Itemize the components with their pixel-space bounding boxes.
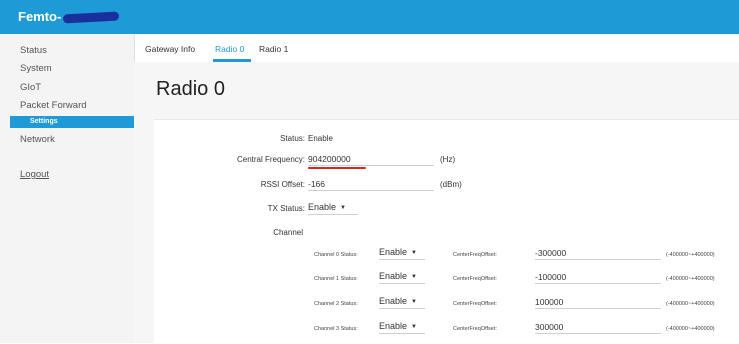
tx-status-label: TX Status: <box>267 204 305 213</box>
sidebar-item-label: Settings <box>30 118 58 125</box>
status-value: Enable <box>308 134 333 143</box>
frequency-unit: (Hz) <box>440 155 456 164</box>
center-freq-offset-label: CenterFreqOffset: <box>453 276 497 282</box>
central-frequency-input[interactable] <box>308 153 434 166</box>
center-freq-offset-label: CenterFreqOffset: <box>453 252 497 258</box>
channel-1-offset-input[interactable] <box>535 271 661 284</box>
channel-2-status-select[interactable]: Enable ▼ <box>379 296 425 309</box>
rssi-offset-input[interactable] <box>308 178 434 191</box>
sidebar-item-logout[interactable]: Logout <box>20 169 49 180</box>
channel-status-value: Enable <box>379 321 408 331</box>
offset-range: (-400000~+400000) <box>666 301 715 307</box>
radio-settings-card: Status: Enable Central Frequency: (Hz) R… <box>154 119 739 344</box>
sidebar-item-status[interactable]: Status <box>20 45 47 56</box>
channel-3-status-select[interactable]: Enable ▼ <box>379 321 425 334</box>
sidebar-item-giot[interactable]: GIoT <box>20 82 41 93</box>
offset-range: (-400000~+400000) <box>666 276 715 282</box>
channel-3-offset-input[interactable] <box>535 321 661 334</box>
tab-radio-1[interactable]: Radio 1 <box>259 44 288 54</box>
channel-2-offset-input[interactable] <box>535 296 661 309</box>
channel-status-label: Channel 3 Status: <box>314 326 358 332</box>
sidebar-item-settings[interactable]: Settings <box>10 116 134 128</box>
offset-range: (-400000~+400000) <box>666 326 715 332</box>
channel-status-label: Channel 2 Status: <box>314 301 358 307</box>
sidebar-item-packet-forward[interactable]: Packet Forward <box>20 100 87 111</box>
main-content: Radio 0 Status: Enable Central Frequency… <box>134 62 739 344</box>
chevron-down-icon: ▼ <box>411 250 417 256</box>
channel-status-label: Channel 0 Status: <box>314 252 358 258</box>
center-freq-offset-label: CenterFreqOffset: <box>453 301 497 307</box>
channel-0-status-select[interactable]: Enable ▼ <box>379 247 425 260</box>
channel-status-value: Enable <box>379 271 408 281</box>
tx-status-value: Enable <box>308 202 337 212</box>
brand-title: Femto- <box>18 9 120 24</box>
status-label: Status: <box>280 134 305 143</box>
chevron-down-icon: ▼ <box>411 274 417 280</box>
tab-radio-0[interactable]: Radio 0 <box>215 44 244 54</box>
channel-status-label: Channel 1 Status: <box>314 276 358 282</box>
redaction-mark <box>63 11 120 24</box>
rssi-offset-label: RSSI Offset: <box>260 180 305 189</box>
chevron-down-icon: ▼ <box>411 324 417 330</box>
central-frequency-label: Central Frequency: <box>236 155 305 164</box>
sidebar-item-network[interactable]: Network <box>20 134 55 145</box>
channel-status-value: Enable <box>379 296 408 306</box>
channel-heading: Channel <box>273 228 303 237</box>
chevron-down-icon: ▼ <box>340 205 346 211</box>
offset-range: (-400000~+400000) <box>666 252 715 258</box>
channel-0-offset-input[interactable] <box>535 247 661 260</box>
sidebar-item-system[interactable]: System <box>20 63 52 74</box>
brand-text: Femto- <box>18 9 62 24</box>
sidebar: Status System GIoT Packet Forward Settin… <box>0 34 135 343</box>
channel-status-value: Enable <box>379 247 408 257</box>
center-freq-offset-label: CenterFreqOffset: <box>453 326 497 332</box>
tx-status-select[interactable]: Enable ▼ <box>308 202 358 215</box>
tab-bar: Gateway Info Radio 0 Radio 1 <box>134 34 739 63</box>
page-title: Radio 0 <box>156 78 225 100</box>
chevron-down-icon: ▼ <box>411 299 417 305</box>
top-bar: Femto- <box>0 0 739 34</box>
red-annotation-underline <box>308 167 366 169</box>
channel-1-status-select[interactable]: Enable ▼ <box>379 271 425 284</box>
tab-gateway-info[interactable]: Gateway Info <box>145 44 195 54</box>
rssi-unit: (dBm) <box>440 180 462 189</box>
